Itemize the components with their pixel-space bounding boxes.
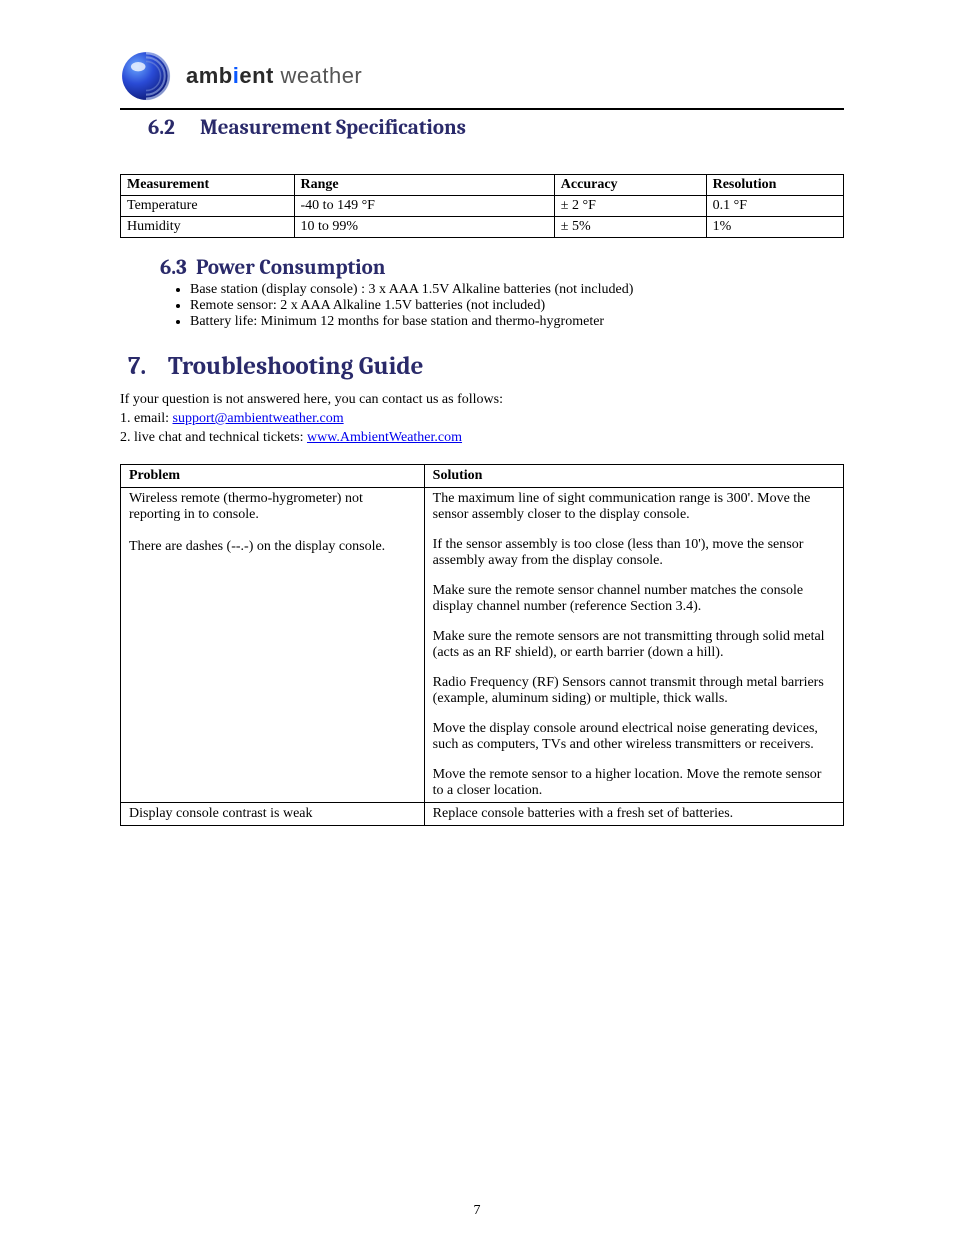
page-number: 7: [0, 1203, 954, 1219]
solution-para: Move the remote sensor to a higher locat…: [433, 767, 835, 799]
note-label: live chat and technical tickets:: [134, 430, 307, 445]
trouble-header-problem: Problem: [121, 464, 425, 487]
spec-cell: 10 to 99%: [294, 217, 554, 238]
trouble-header-solution: Solution: [424, 464, 843, 487]
solution-para: Radio Frequency (RF) Sensors cannot tran…: [433, 675, 835, 707]
spec-table: Measurement Range Accuracy Resolution Te…: [120, 174, 844, 238]
section-title: Measurement Specifications: [200, 116, 466, 140]
ambient-logo-icon: [120, 50, 172, 102]
list-item: Remote sensor: 2 x AAA Alkaline 1.5V bat…: [190, 298, 844, 314]
section-title: Power Consumption: [196, 256, 385, 280]
website-link[interactable]: www.AmbientWeather.com: [307, 430, 462, 445]
problem-cell: Wireless remote (thermo-hygrometer) not …: [121, 487, 425, 802]
solution-para: Move the display console around electric…: [433, 721, 835, 753]
solution-para: Replace console batteries with a fresh s…: [433, 806, 835, 822]
solution-para: Make sure the remote sensor channel numb…: [433, 583, 835, 615]
table-row: Display console contrast is weak Replace…: [121, 802, 844, 825]
document-header: ambient weather: [120, 50, 844, 110]
list-item: Base station (display console) : 3 x AAA…: [190, 282, 844, 298]
section-number: 7.: [128, 352, 168, 381]
note-label: email:: [134, 411, 173, 426]
power-list: Base station (display console) : 3 x AAA…: [190, 282, 844, 330]
spec-cell: 0.1 °F: [706, 196, 843, 217]
solution-para: If the sensor assembly is too close (les…: [433, 537, 835, 569]
problem-cell: Display console contrast is weak: [121, 802, 425, 825]
table-row: Temperature -40 to 149 °F ± 2 °F 0.1 °F: [121, 196, 844, 217]
spec-cell: Temperature: [121, 196, 295, 217]
list-item: Battery life: Minimum 12 months for base…: [190, 314, 844, 330]
spec-cell: Humidity: [121, 217, 295, 238]
spec-cell: -40 to 149 °F: [294, 196, 554, 217]
contact-note: If your question is not answered here, y…: [120, 391, 844, 448]
solution-para: The maximum line of sight communication …: [433, 491, 835, 523]
section-number: 6.3: [160, 256, 196, 280]
spec-header: Range: [294, 175, 554, 196]
table-row: Humidity 10 to 99% ± 5% 1%: [121, 217, 844, 238]
spec-cell: ± 5%: [554, 217, 706, 238]
spec-cell: 1%: [706, 217, 843, 238]
spec-header: Measurement: [121, 175, 295, 196]
heading-7: 7. Troubleshooting Guide: [120, 352, 844, 381]
spec-cell: ± 2 °F: [554, 196, 706, 217]
section-number: 6.2: [148, 116, 200, 140]
email-link[interactable]: support@ambientweather.com: [173, 411, 344, 426]
spec-header: Resolution: [706, 175, 843, 196]
brand-text: ambient weather: [186, 63, 362, 89]
solution-cell: Replace console batteries with a fresh s…: [424, 802, 843, 825]
heading-6-2: 6.2 Measurement Specifications: [120, 116, 844, 140]
section-title: Troubleshooting Guide: [168, 352, 423, 381]
table-row: Wireless remote (thermo-hygrometer) not …: [121, 487, 844, 802]
troubleshooting-table: Problem Solution Wireless remote (thermo…: [120, 464, 844, 826]
heading-6-3: 6.3 Power Consumption: [120, 256, 844, 280]
note-text: If your question is not answered here, y…: [120, 392, 503, 407]
solution-para: Make sure the remote sensors are not tra…: [433, 629, 835, 661]
solution-cell: The maximum line of sight communication …: [424, 487, 843, 802]
spec-header: Accuracy: [554, 175, 706, 196]
